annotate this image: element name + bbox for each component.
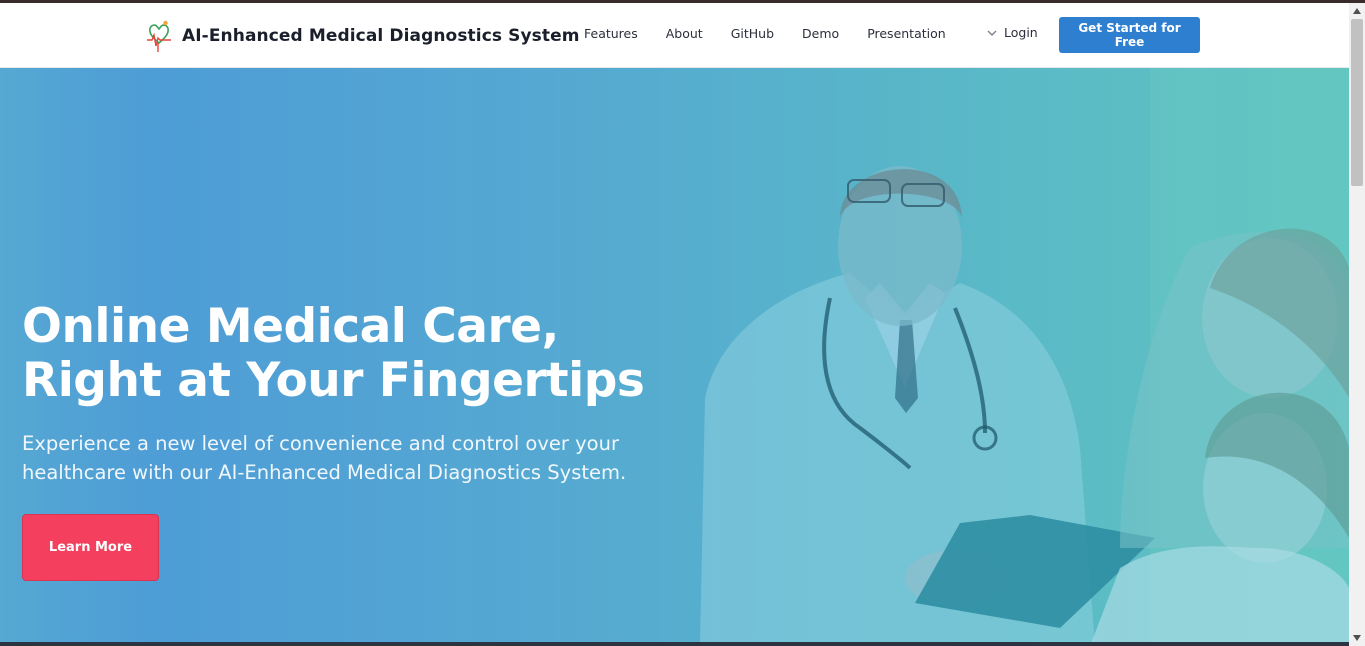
brand-title: AI-Enhanced Medical Diagnostics System: [182, 26, 580, 46]
hero-section: Online Medical Care, Right at Your Finge…: [0, 68, 1349, 646]
nav-link-features[interactable]: Features: [584, 26, 638, 41]
nav-link-github[interactable]: GitHub: [731, 26, 774, 41]
brand-link[interactable]: AI-Enhanced Medical Diagnostics System: [146, 19, 580, 53]
scroll-up-arrow-icon[interactable]: [1349, 3, 1365, 19]
login-label: Login: [1004, 25, 1038, 40]
hero-subtitle-line-2: healthcare with our AI-Enhanced Medical …: [22, 461, 627, 484]
vertical-scrollbar[interactable]: [1349, 3, 1365, 646]
page-bottom-edge: [0, 642, 1349, 646]
login-dropdown[interactable]: Login: [986, 25, 1038, 40]
hero-heading-line-2: Right at Your Fingertips: [22, 353, 645, 408]
scroll-down-arrow-icon[interactable]: [1349, 630, 1365, 646]
top-navbar: AI-Enhanced Medical Diagnostics System F…: [0, 3, 1349, 68]
nav-link-presentation[interactable]: Presentation: [867, 26, 946, 41]
learn-more-button[interactable]: Learn More: [22, 514, 159, 581]
heart-heartbeat-logo-icon: [147, 20, 171, 52]
scrollbar-thumb[interactable]: [1351, 19, 1363, 186]
get-started-button[interactable]: Get Started for Free: [1059, 17, 1200, 53]
hero-heading-line-1: Online Medical Care,: [22, 299, 559, 354]
hero-subtitle: Experience a new level of convenience an…: [22, 429, 662, 487]
chevron-down-icon: [987, 30, 997, 36]
nav-link-about[interactable]: About: [666, 26, 703, 41]
nav-link-demo[interactable]: Demo: [802, 26, 839, 41]
main-nav: Features About GitHub Demo Presentation: [584, 26, 974, 41]
hero-heading: Online Medical Care, Right at Your Finge…: [22, 299, 645, 408]
hero-subtitle-line-1: Experience a new level of convenience an…: [22, 432, 619, 455]
